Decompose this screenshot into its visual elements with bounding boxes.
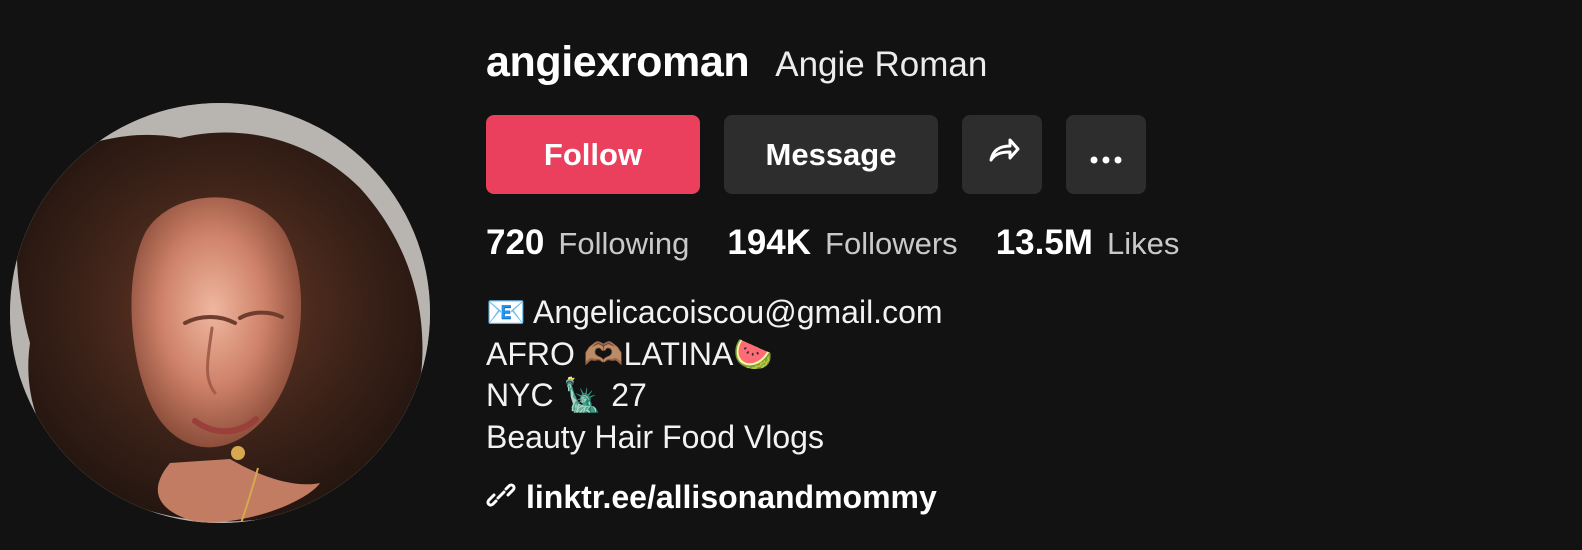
follow-label: Follow (543, 136, 643, 172)
display-name: Angie Roman (775, 45, 988, 84)
followers-label: Followers (825, 226, 958, 261)
likes-count: 13.5M (995, 223, 1093, 262)
username: angiexroman (486, 38, 750, 86)
link-text[interactable]: linktr.ee/allisonandmommy (526, 479, 937, 516)
follow-button[interactable]: Follow (486, 115, 700, 194)
following-label: Following (558, 226, 690, 261)
followers-count: 194K (727, 223, 812, 262)
share-button[interactable] (962, 115, 1042, 194)
stat-likes: 13.5M Likes (996, 223, 1180, 263)
more-button[interactable] (1066, 115, 1146, 194)
bio-email-line: 📧 Angelicacoiscou@gmail.com (486, 294, 943, 330)
bio-location-line: NYC 🗽 27 (486, 377, 647, 413)
avatar[interactable] (10, 103, 430, 523)
profile-actions: Follow Message (486, 115, 1146, 194)
profile-title-row: angiexroman Angie Roman (486, 38, 987, 87)
message-label: Message (765, 136, 897, 172)
stat-following[interactable]: 720 Following (486, 223, 689, 263)
profile-stats: 720 Following 194K Followers 13.5M Likes (486, 223, 1217, 263)
more-icon (1089, 137, 1123, 173)
profile-header: angiexroman Angie Roman Follow Message 7… (0, 0, 1582, 550)
bio-link[interactable]: linktr.ee/allisonandmommy (486, 479, 937, 516)
profile-info: angiexroman Angie Roman Follow Message 7… (486, 30, 1546, 530)
likes-label: Likes (1106, 226, 1180, 261)
bio-topics-line: Beauty Hair Food Vlogs (486, 418, 824, 455)
bio: 📧 Angelicacoiscou@gmail.com AFRO 🫶🏽LATIN… (486, 292, 943, 458)
bio-identity-line: AFRO 🫶🏽LATINA🍉 (486, 335, 774, 372)
share-icon (983, 132, 1021, 178)
message-button[interactable]: Message (724, 115, 938, 194)
following-count: 720 (486, 223, 545, 262)
stat-followers[interactable]: 194K Followers (727, 223, 957, 263)
link-icon (486, 480, 516, 515)
